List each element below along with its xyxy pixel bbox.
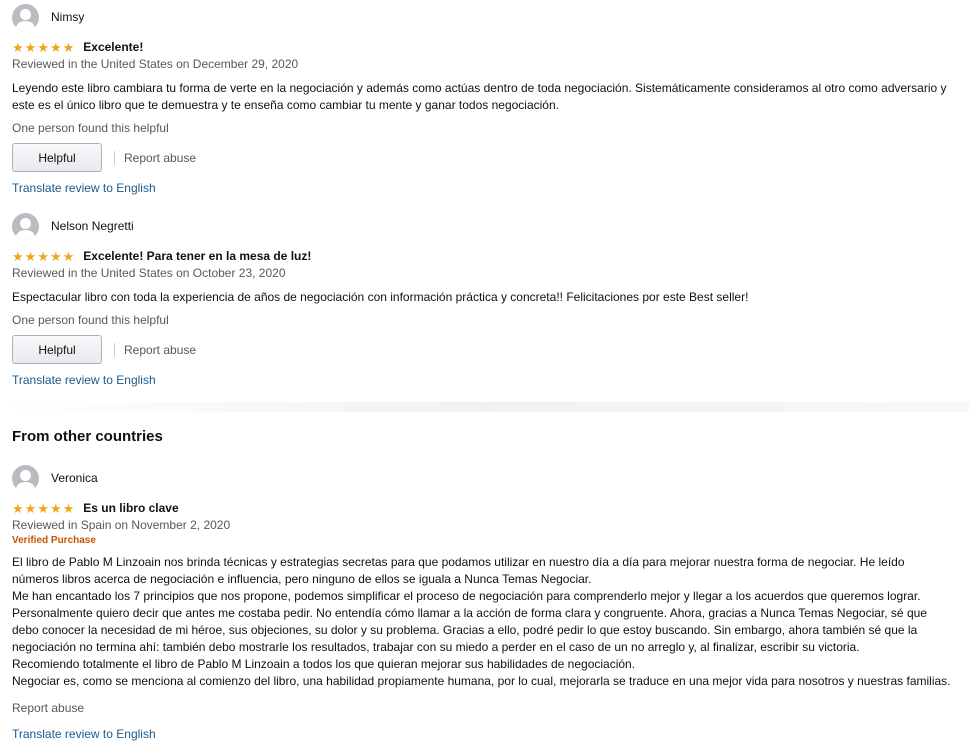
translate-review-link[interactable]: Translate review to English bbox=[12, 181, 952, 195]
divider bbox=[114, 150, 115, 165]
review-paragraph: Me han encantado los 7 principios que no… bbox=[12, 589, 921, 603]
section-heading: From other countries bbox=[12, 428, 163, 445]
reviewer-name: Nimsy bbox=[51, 10, 85, 24]
star-rating[interactable]: ★ ★ ★ ★ ★ bbox=[12, 250, 74, 263]
star-icon: ★ bbox=[24, 39, 37, 55]
review-date: Reviewed in the United States on October… bbox=[12, 266, 286, 280]
review-card: Nimsy ★ ★ ★ ★ ★ Excelente! Reviewed in t… bbox=[12, 3, 952, 195]
review-title: Es un libro clave bbox=[83, 501, 179, 515]
report-abuse-link[interactable]: Report abuse bbox=[12, 701, 952, 715]
section-divider bbox=[0, 402, 969, 412]
divider bbox=[114, 342, 115, 357]
translate-review-link[interactable]: Translate review to English bbox=[12, 727, 952, 741]
reviewer-profile[interactable]: Nelson Negretti bbox=[12, 212, 952, 240]
review-date: Reviewed in Spain on November 2, 2020 bbox=[12, 518, 231, 532]
star-icon: ★ bbox=[24, 248, 37, 264]
star-icon: ★ bbox=[37, 248, 49, 264]
star-icon: ★ bbox=[62, 500, 75, 516]
translate-review-link[interactable]: Translate review to English bbox=[12, 373, 952, 387]
reviewer-profile[interactable]: Veronica bbox=[12, 464, 952, 492]
reviewer-profile[interactable]: Nimsy bbox=[12, 3, 952, 31]
review-title[interactable]: Excelente! Para tener en la mesa de luz! bbox=[83, 249, 311, 263]
star-icon: ★ bbox=[62, 39, 75, 55]
reviewer-name: Veronica bbox=[51, 471, 98, 485]
review-paragraph: Leyendo este libro cambiara tu forma de … bbox=[12, 81, 947, 112]
star-icon: ★ bbox=[37, 39, 49, 55]
default-avatar-icon bbox=[12, 3, 39, 31]
review-card: Veronica ★ ★ ★ ★ ★ Es un libro clave Rev… bbox=[12, 464, 952, 741]
reviewer-name: Nelson Negretti bbox=[51, 219, 134, 233]
star-icon: ★ bbox=[24, 500, 37, 516]
review-paragraph: Personalmente quiero decir que antes me … bbox=[12, 606, 927, 654]
helpful-button[interactable]: Helpful bbox=[12, 335, 102, 364]
star-icon: ★ bbox=[49, 248, 62, 264]
helpful-button[interactable]: Helpful bbox=[12, 143, 102, 172]
report-abuse-link[interactable]: Report abuse bbox=[124, 343, 196, 357]
star-icon: ★ bbox=[49, 39, 62, 55]
review-title[interactable]: Excelente! bbox=[83, 40, 143, 54]
review-paragraph: Recomiendo totalmente el libro de Pablo … bbox=[12, 657, 636, 671]
review-paragraph: Negociar es, como se menciona al comienz… bbox=[12, 674, 951, 688]
helpful-count: One person found this helpful bbox=[12, 313, 169, 327]
star-icon: ★ bbox=[12, 39, 24, 55]
star-icon: ★ bbox=[49, 500, 62, 516]
helpful-count: One person found this helpful bbox=[12, 121, 169, 135]
star-icon: ★ bbox=[12, 248, 24, 264]
review-paragraph: El libro de Pablo M Linzoain nos brinda … bbox=[12, 555, 905, 586]
review-body: Espectacular libro con toda la experienc… bbox=[12, 289, 952, 306]
star-icon: ★ bbox=[37, 500, 49, 516]
default-avatar-icon bbox=[12, 464, 39, 492]
review-date: Reviewed in the United States on Decembe… bbox=[12, 57, 299, 71]
review-body: El libro de Pablo M Linzoain nos brinda … bbox=[12, 554, 952, 690]
verified-purchase-badge: Verified Purchase bbox=[12, 535, 96, 546]
star-rating[interactable]: ★ ★ ★ ★ ★ bbox=[12, 41, 74, 54]
default-avatar-icon bbox=[12, 212, 39, 240]
review-body: Leyendo este libro cambiara tu forma de … bbox=[12, 80, 952, 114]
star-icon: ★ bbox=[12, 500, 24, 516]
report-abuse-link[interactable]: Report abuse bbox=[124, 151, 196, 165]
review-card: Nelson Negretti ★ ★ ★ ★ ★ Excelente! Par… bbox=[12, 212, 952, 387]
review-paragraph: Espectacular libro con toda la experienc… bbox=[12, 290, 749, 304]
star-rating[interactable]: ★ ★ ★ ★ ★ bbox=[12, 502, 74, 515]
star-icon: ★ bbox=[62, 248, 75, 264]
